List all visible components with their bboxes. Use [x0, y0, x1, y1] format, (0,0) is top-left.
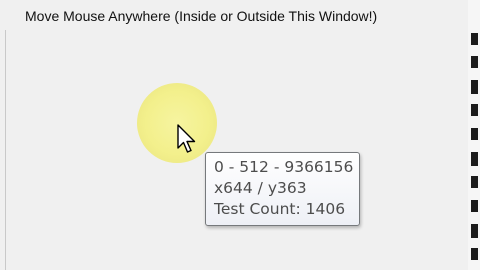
- edge-mark: [471, 152, 478, 166]
- mouse-info-tooltip: 0 - 512 - 9366156 x644 / y363 Test Count…: [205, 152, 360, 226]
- edge-mark: [471, 56, 478, 68]
- tooltip-coordinates-line: x644 / y363: [214, 179, 307, 197]
- tooltip-test-count-line: Test Count: 1406: [214, 200, 346, 218]
- edge-mark: [471, 224, 478, 238]
- edge-mark: [471, 104, 478, 116]
- arrow-pointer-icon: [177, 124, 196, 153]
- edge-mark: [471, 128, 478, 140]
- right-edge-strip: [468, 0, 480, 270]
- tooltip-values-line: 0 - 512 - 9366156: [214, 158, 354, 176]
- edge-mark: [471, 200, 478, 212]
- edge-mark: [471, 176, 478, 188]
- app-window: Move Mouse Anywhere (Inside or Outside T…: [0, 0, 480, 270]
- edge-mark: [471, 248, 478, 260]
- window-left-border: [5, 30, 6, 270]
- edge-mark: [471, 33, 478, 45]
- edge-mark: [471, 80, 478, 94]
- instruction-title: Move Mouse Anywhere (Inside or Outside T…: [25, 8, 378, 24]
